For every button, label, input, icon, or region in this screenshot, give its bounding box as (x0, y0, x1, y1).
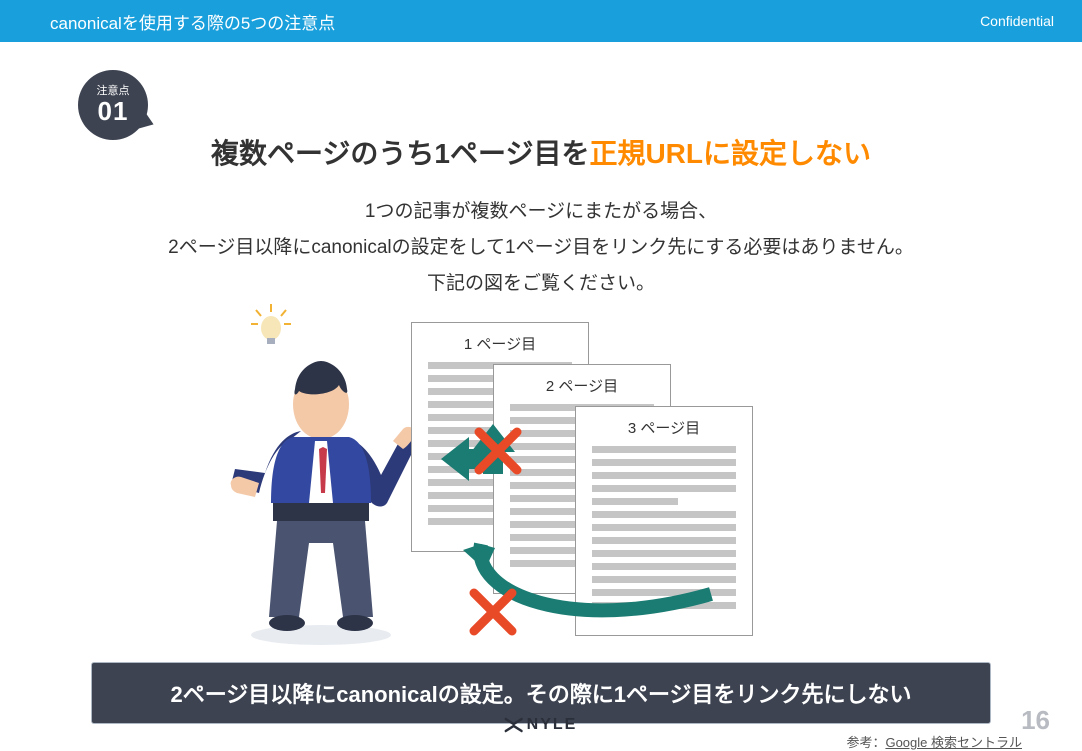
illustration: 1 ページ目 2 ページ目 3 ページ目 (191, 314, 891, 654)
cross-icon (473, 426, 523, 476)
footer-logo: NYLE (505, 716, 578, 734)
point-badge: 注意点 01 (78, 70, 148, 140)
header-bar: canonicalを使用する際の5つの注意点 Confidential (0, 0, 1082, 42)
title-accent: 正規URLに設定しない (589, 138, 871, 169)
page-3-label: 3 ページ目 (592, 417, 736, 438)
page-number: 16 (1021, 705, 1050, 736)
logo-icon (505, 717, 523, 733)
logo-text: NYLE (527, 716, 578, 734)
summary-banner: 2ページ目以降にcanonicalの設定。その際に1ページ目をリンク先にしない (91, 662, 991, 724)
reference-link[interactable]: Google 検索セントラル (885, 735, 1022, 750)
confidential-label: Confidential (980, 13, 1054, 29)
header-title: canonicalを使用する際の5つの注意点 (50, 9, 335, 34)
slide-title: 複数ページのうち1ページ目を正規URLに設定しない (0, 132, 1082, 172)
reference: 参考：Google 検索セントラル (0, 732, 1022, 751)
person-icon (221, 329, 421, 649)
badge-number: 01 (98, 97, 129, 126)
description: 1つの記事が複数ページにまたがる場合、 2ページ目以降にcanonicalの設定… (0, 194, 1082, 302)
reference-prefix: 参考： (846, 735, 885, 750)
title-prefix: 複数ページのうち1ページ目を (211, 138, 589, 169)
desc-line2: 2ページ目以降にcanonicalの設定をして1ページ目をリンク先にする必要はあ… (0, 230, 1082, 266)
desc-line1: 1つの記事が複数ページにまたがる場合、 (0, 194, 1082, 230)
desc-line3: 下記の図をご覧ください。 (0, 266, 1082, 302)
page-2-label: 2 ページ目 (510, 375, 654, 396)
badge-label: 注意点 (97, 85, 130, 97)
cross-icon (468, 587, 518, 637)
page-1-label: 1 ページ目 (428, 333, 572, 354)
